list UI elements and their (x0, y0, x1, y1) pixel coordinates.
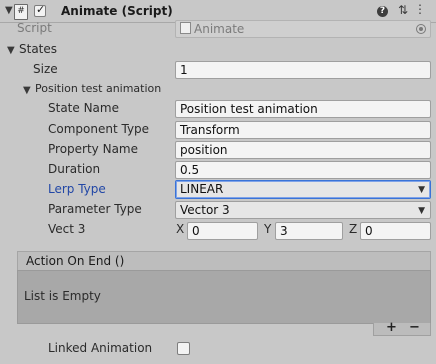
property-name-label: Property Name (48, 142, 138, 156)
duration-field[interactable]: 0.5 (175, 161, 431, 179)
duration-label: Duration (48, 162, 101, 176)
script-value: Animate (194, 22, 245, 36)
script-icon: # (14, 4, 28, 20)
vect3-label: Vect 3 (48, 222, 86, 236)
more-icon[interactable]: ⋮ (414, 2, 426, 16)
element-foldout-icon[interactable]: ▼ (23, 85, 31, 96)
parameter-type-value: Vector 3 (180, 203, 230, 217)
x-label[interactable]: X (176, 222, 184, 236)
remove-button[interactable]: − (409, 320, 420, 335)
states-label[interactable]: States (19, 42, 57, 56)
parameter-type-dropdown[interactable]: Vector 3 ▼ (175, 201, 431, 219)
lerp-type-value: LINEAR (180, 182, 224, 196)
lerp-type-dropdown[interactable]: LINEAR ▼ (175, 180, 431, 199)
component-title: Animate (Script) (61, 4, 173, 18)
action-on-end-list: List is Empty (17, 270, 431, 324)
action-on-end-header: Action On End () (17, 251, 431, 271)
z-field[interactable]: 0 (360, 222, 431, 240)
list-add-remove-footer: + − (373, 320, 431, 336)
preset-icon[interactable]: ⇅ (396, 3, 410, 17)
state-name-label: State Name (48, 101, 119, 115)
component-type-label: Component Type (48, 122, 150, 136)
state-name-field[interactable]: Position test animation (175, 100, 431, 118)
foldout-arrow-icon[interactable]: ▼ (5, 5, 13, 16)
states-foldout-icon[interactable]: ▼ (7, 45, 15, 56)
script-label: Script (17, 21, 52, 35)
linked-animation-label: Linked Animation (48, 341, 153, 355)
y-label[interactable]: Y (264, 222, 271, 236)
script-field[interactable]: Animate (175, 20, 431, 38)
size-field[interactable]: 1 (175, 61, 431, 79)
component-enabled-checkbox[interactable] (34, 3, 46, 17)
lerp-type-label: Lerp Type (48, 182, 106, 196)
add-button[interactable]: + (386, 320, 397, 335)
object-picker-icon[interactable] (416, 24, 426, 34)
script-asset-icon (180, 22, 191, 34)
element-title[interactable]: Position test animation (35, 82, 161, 95)
size-label: Size (33, 62, 58, 76)
y-field[interactable]: 3 (275, 222, 343, 240)
parameter-type-label: Parameter Type (48, 202, 142, 216)
z-label[interactable]: Z (349, 222, 357, 236)
dropdown-caret-icon: ▼ (418, 185, 425, 195)
help-icon[interactable]: ? (377, 6, 388, 17)
dropdown-caret-icon: ▼ (418, 206, 425, 216)
property-name-field[interactable]: position (175, 141, 431, 159)
x-field[interactable]: 0 (187, 222, 258, 240)
action-on-end-title: Action On End () (26, 254, 125, 268)
linked-animation-checkbox[interactable] (177, 342, 190, 355)
component-type-field[interactable]: Transform (175, 121, 431, 139)
empty-list-text: List is Empty (24, 289, 101, 303)
